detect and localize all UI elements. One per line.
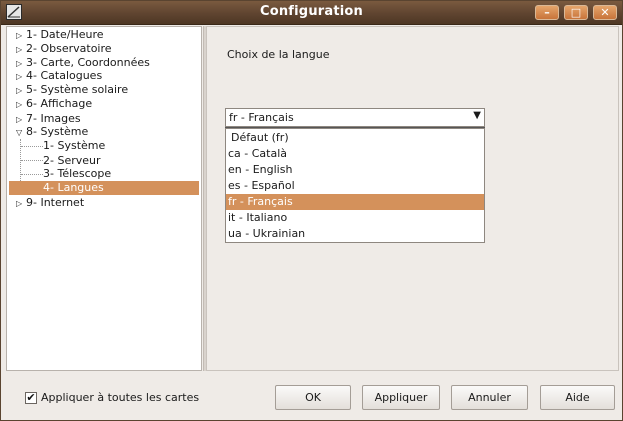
close-icon: ✕	[600, 6, 610, 19]
help-button[interactable]: Aide	[540, 385, 615, 410]
settings-tree: ▷ 1- Date/Heure ▷ 2- Observatoire ▷ 3- Cart…	[6, 26, 202, 371]
tree-item-date-heure[interactable]: ▷ 1- Date/Heure	[16, 28, 104, 42]
tree-connector	[21, 146, 43, 147]
dropdown-arrow-icon: ▼	[473, 110, 481, 121]
minimize-button[interactable]: –	[535, 5, 559, 20]
tree-connector	[21, 174, 43, 175]
maximize-button[interactable]: □	[564, 5, 588, 20]
tree-child-serveur[interactable]: 2- Serveur	[43, 154, 101, 168]
expand-arrow-icon[interactable]: ▷	[16, 197, 26, 211]
apply-all-label[interactable]: Appliquer à toutes les cartes	[41, 391, 199, 404]
tree-item-catalogues[interactable]: ▷ 4- Catalogues	[16, 69, 102, 83]
apply-all-checkbox[interactable]: ✔	[25, 392, 37, 404]
language-label: Choix de la langue	[227, 48, 330, 61]
tree-child-systeme[interactable]: 1- Système	[43, 139, 105, 153]
tree-child-langues[interactable]: 4- Langues	[9, 181, 199, 195]
tree-item-internet[interactable]: ▷ 9- Internet	[16, 196, 84, 210]
close-button[interactable]: ✕	[593, 5, 617, 20]
configuration-window: Configuration – □ ✕ ▷ 1- Date/Heure ▷ 2- O…	[0, 0, 623, 421]
language-option[interactable]: it - Italiano	[226, 210, 484, 226]
footer-bar: ✔ Appliquer à toutes les cartes OK Appli…	[1, 373, 622, 420]
language-select[interactable]: fr - Français ▼	[225, 108, 485, 127]
language-settings-panel: Choix de la langue fr - Français ▼ Défau…	[206, 26, 619, 371]
tree-item-carte-coordonnees[interactable]: ▷ 3- Carte, Coordonnées	[16, 56, 150, 70]
tree-item-affichage[interactable]: ▷ 6- Affichage	[16, 97, 92, 111]
language-select-value: fr - Français	[229, 111, 294, 124]
tree-connector	[21, 160, 43, 161]
language-option[interactable]: es - Español	[226, 178, 484, 194]
language-option-selected[interactable]: fr - Français	[226, 194, 484, 210]
language-dropdown-list: Défaut (fr) ca - Català en - English es …	[225, 128, 485, 243]
language-option[interactable]: ua - Ukrainian	[226, 226, 484, 242]
tree-item-images[interactable]: ▷ 7- Images	[16, 112, 81, 126]
cancel-button[interactable]: Annuler	[451, 385, 528, 410]
expand-arrow-icon[interactable]: ▷	[16, 43, 26, 57]
tree-child-telescope[interactable]: 3- Télescope	[43, 167, 111, 181]
apply-button[interactable]: Appliquer	[362, 385, 440, 410]
title-bar[interactable]: Configuration – □ ✕	[1, 1, 622, 25]
window-title: Configuration	[259, 4, 364, 19]
tree-item-observatoire[interactable]: ▷ 2- Observatoire	[16, 42, 112, 56]
tree-item-systeme-solaire[interactable]: ▷ 5- Système solaire	[16, 83, 128, 97]
maximize-icon: □	[570, 6, 582, 19]
expand-arrow-icon[interactable]: ▷	[16, 29, 26, 43]
expand-arrow-icon[interactable]: ▷	[16, 84, 26, 98]
minimize-icon: –	[544, 6, 550, 19]
checkmark-icon: ✔	[26, 391, 36, 404]
expand-arrow-icon[interactable]: ▷	[16, 98, 26, 112]
tree-item-systeme[interactable]: ▽ 8- Système	[16, 125, 88, 139]
ok-button[interactable]: OK	[275, 385, 351, 410]
language-option[interactable]: en - English	[226, 162, 484, 178]
language-option[interactable]: ca - Català	[226, 146, 484, 162]
language-option[interactable]: Défaut (fr)	[226, 130, 484, 146]
collapse-arrow-icon[interactable]: ▽	[16, 126, 26, 140]
expand-arrow-icon[interactable]: ▷	[16, 70, 26, 84]
